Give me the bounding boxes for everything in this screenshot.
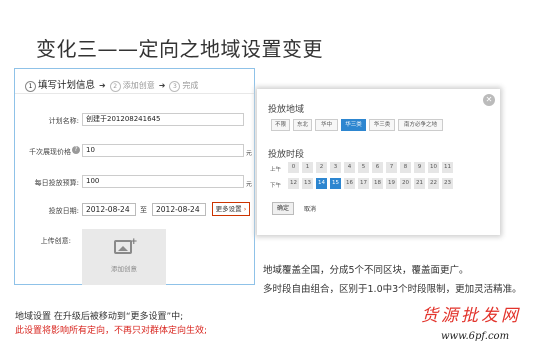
note-warning: 此设置将影响所有定向，不再只对群体定向生效; [15, 326, 208, 336]
arrow-right-icon: ➜ [158, 81, 166, 90]
hour-cell[interactable]: 5 [358, 162, 369, 173]
note-more-settings: 地域设置 在升级后被移动到“更多设置”中; [15, 312, 184, 322]
step-3: 3 完成 [169, 81, 199, 92]
step-2-label: 添加创意 [122, 81, 155, 90]
region-option[interactable]: 东北 [293, 119, 312, 131]
hour-cell[interactable]: 22 [428, 178, 439, 189]
hour-cell[interactable]: 20 [400, 178, 411, 189]
am-label: 上午 [270, 167, 282, 173]
hour-cell[interactable]: 3 [330, 162, 341, 173]
upload-creative-button[interactable]: + 添加创意 [82, 229, 166, 285]
region-option[interactable]: 南方必争之地 [398, 119, 443, 131]
hour-cell[interactable]: 15 [330, 178, 341, 189]
watermark-brand: 货源批发网 [421, 306, 521, 326]
close-icon[interactable]: ✕ [483, 94, 495, 106]
plus-icon: + [130, 237, 138, 247]
hour-cell[interactable]: 9 [414, 162, 425, 173]
hour-cell[interactable]: 10 [428, 162, 439, 173]
hour-cell[interactable]: 16 [344, 178, 355, 189]
hour-cell[interactable]: 14 [316, 178, 327, 189]
region-title: 投放地域 [268, 105, 305, 115]
step-indicator: 1 填写计划信息 ➜ 2 添加创意 ➜ 3 完成 [25, 77, 198, 92]
hour-cell[interactable]: 2 [316, 162, 327, 173]
date-separator: 至 [140, 206, 147, 214]
note-region-coverage: 地域覆盖全国，分成5个不同区块，覆盖面更广。 [263, 265, 469, 276]
region-option[interactable]: 华中 [315, 119, 338, 131]
more-settings-button[interactable]: 更多设置 › [212, 202, 250, 216]
region-option[interactable]: 不限 [271, 119, 290, 131]
help-icon[interactable]: ? [72, 146, 80, 154]
bid-unit: 元 [246, 150, 253, 157]
start-date-input[interactable]: 2012-08-24 [82, 203, 136, 216]
hour-cell[interactable]: 0 [288, 162, 299, 173]
hour-cell[interactable]: 8 [400, 162, 411, 173]
arrow-right-icon: ➜ [99, 81, 106, 90]
upload-label: 上传创意: [40, 237, 71, 245]
date-label: 投放日期: [48, 207, 79, 215]
divider [15, 93, 254, 94]
hour-cell[interactable]: 19 [386, 178, 397, 189]
cancel-button[interactable]: 取消 [304, 204, 316, 213]
plan-form-panel: 1 填写计划信息 ➜ 2 添加创意 ➜ 3 完成 计划名称: 创建于201208241645 … [14, 68, 255, 285]
end-date-input[interactable]: 2012-08-24 [152, 203, 206, 216]
plan-name-label: 计划名称: [48, 117, 79, 125]
hour-cell[interactable]: 18 [372, 178, 383, 189]
step-1-label: 填写计划信息 [38, 80, 96, 91]
region-option[interactable]: 华三类 [369, 119, 395, 131]
step-2: 2 添加创意 [109, 81, 155, 92]
bid-label: 千次展现价格 [29, 148, 71, 156]
hour-cell[interactable]: 13 [302, 178, 313, 189]
chevron-right-icon: › [243, 205, 247, 213]
region-option[interactable]: 华三类 [341, 119, 366, 131]
hour-cell[interactable]: 4 [344, 162, 355, 173]
bid-input[interactable]: 10 [82, 144, 244, 157]
confirm-button[interactable]: 确定 [272, 202, 294, 215]
budget-label: 每日投放预算: [34, 179, 79, 187]
budget-input[interactable]: 100 [82, 175, 244, 188]
time-title: 投放时段 [268, 150, 305, 160]
step-3-label: 完成 [182, 81, 199, 90]
watermark-url: www.6pf.com [441, 331, 510, 342]
hour-cell[interactable]: 7 [386, 162, 397, 173]
hour-cell[interactable]: 17 [358, 178, 369, 189]
hour-cell[interactable]: 21 [414, 178, 425, 189]
budget-unit: 元 [246, 181, 253, 188]
pm-label: 下午 [270, 183, 282, 189]
slide-title: 变化三——定向之地域设置变更 [36, 37, 323, 61]
step-1: 1 填写计划信息 [25, 80, 96, 92]
upload-creative-text: 添加创意 [111, 265, 137, 273]
hour-cell[interactable]: 11 [442, 162, 453, 173]
targeting-popup: ✕ 投放地域 不限 东北 华中 华三类 华三类 南方必争之地 投放时段 上午 下午 012… [257, 89, 500, 235]
hour-cell[interactable]: 23 [442, 178, 453, 189]
hour-cell[interactable]: 6 [372, 162, 383, 173]
hour-cell[interactable]: 1 [302, 162, 313, 173]
note-time-slots: 多时段自由组合，区别于1.0中3个时段限制，更加灵活精准。 [263, 284, 522, 295]
plan-name-input[interactable]: 创建于201208241645 [82, 113, 244, 126]
hour-cell[interactable]: 12 [288, 178, 299, 189]
